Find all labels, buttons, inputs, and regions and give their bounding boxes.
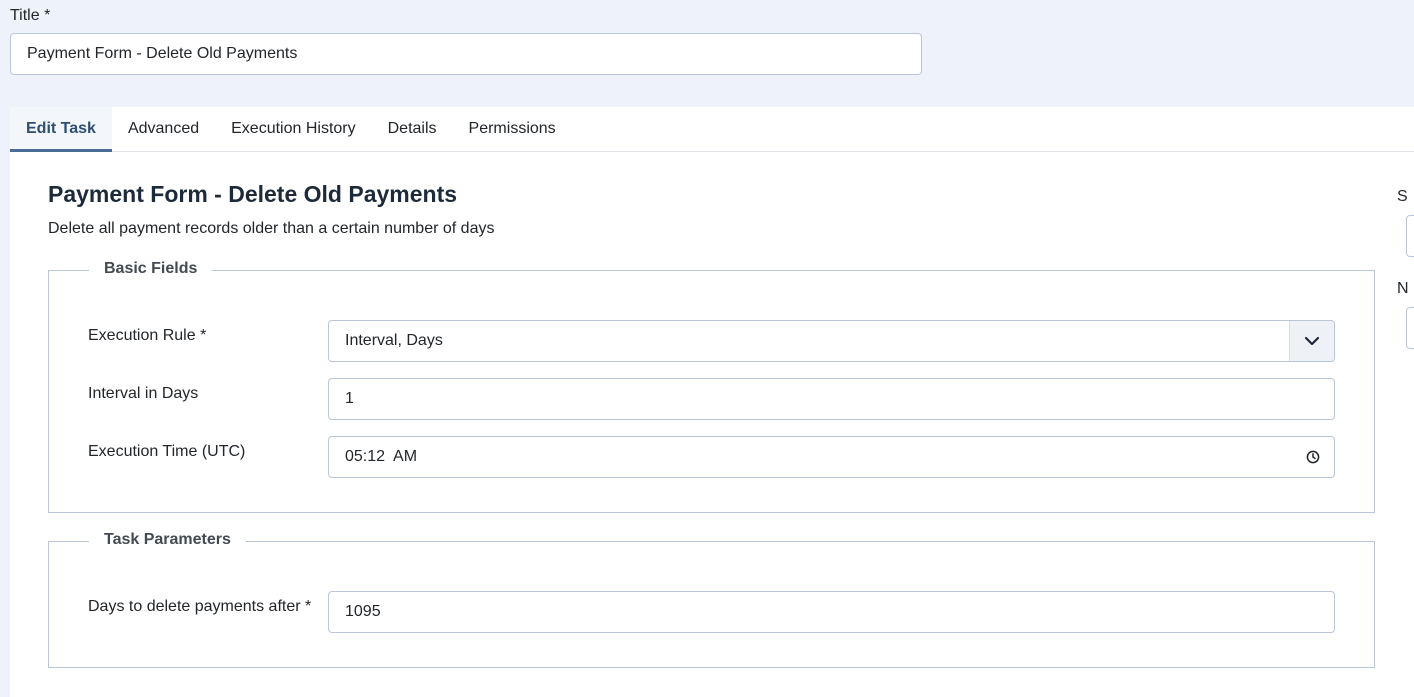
- execution-rule-label: Execution Rule *: [88, 327, 207, 344]
- task-parameters-legend: Task Parameters: [89, 531, 246, 549]
- interval-days-value: 1: [345, 390, 354, 407]
- title-input[interactable]: Payment Form - Delete Old Payments: [10, 33, 922, 75]
- task-heading: Payment Form - Delete Old Payments: [48, 181, 458, 207]
- side-label-1: S: [1397, 188, 1408, 205]
- tab-details[interactable]: Details: [372, 107, 453, 151]
- basic-fields-fieldset: Basic Fields Execution Rule * Interval, …: [48, 260, 1375, 513]
- execution-rule-select[interactable]: Interval, Days: [328, 320, 1335, 362]
- interval-days-input[interactable]: 1: [328, 378, 1335, 420]
- title-input-value: Payment Form - Delete Old Payments: [27, 45, 298, 62]
- tab-advanced[interactable]: Advanced: [112, 107, 215, 151]
- side-field-1[interactable]: [1406, 215, 1414, 257]
- execution-time-input[interactable]: 05:12 AM: [328, 436, 1335, 478]
- tab-bar: Edit Task Advanced Execution History Det…: [10, 107, 1414, 152]
- title-label: Title *: [10, 7, 51, 24]
- tab-execution-history[interactable]: Execution History: [215, 107, 372, 151]
- side-label-2: N: [1397, 280, 1409, 297]
- chevron-down-icon[interactable]: [1289, 321, 1334, 361]
- days-delete-value: 1095: [345, 603, 381, 620]
- execution-rule-value: Interval, Days: [345, 332, 443, 349]
- side-field-2[interactable]: [1406, 307, 1414, 349]
- tab-permissions[interactable]: Permissions: [453, 107, 572, 151]
- interval-days-label: Interval in Days: [88, 385, 199, 402]
- execution-time-label: Execution Time (UTC): [88, 443, 246, 460]
- days-delete-label: Days to delete payments after *: [88, 598, 312, 615]
- task-parameters-fieldset: Task Parameters Days to delete payments …: [48, 531, 1375, 668]
- clock-icon[interactable]: [1306, 450, 1320, 464]
- task-description: Delete all payment records older than a …: [48, 220, 495, 237]
- basic-fields-legend: Basic Fields: [89, 260, 213, 278]
- tab-edit-task[interactable]: Edit Task: [10, 107, 112, 152]
- execution-time-value: 05:12 AM: [345, 448, 418, 465]
- days-delete-input[interactable]: 1095: [328, 591, 1335, 633]
